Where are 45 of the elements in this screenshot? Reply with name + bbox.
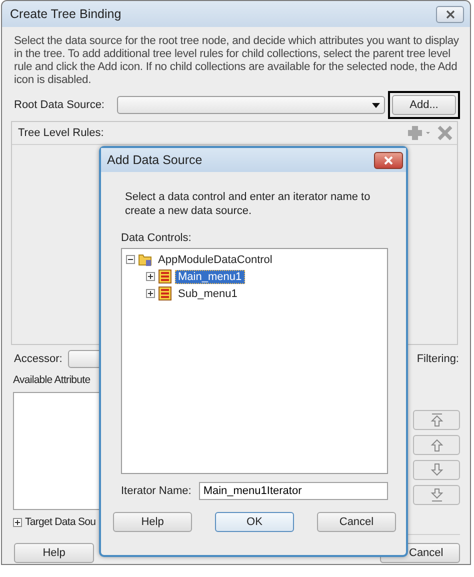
field-label: Accessor: bbox=[14, 353, 62, 365]
move-up-button[interactable] bbox=[413, 435, 460, 455]
expand-toggle-icon[interactable] bbox=[146, 272, 155, 281]
iterator-name-field[interactable]: Main_menu1Iterator bbox=[199, 482, 388, 500]
expand-toggle-icon[interactable] bbox=[146, 289, 155, 298]
close-button[interactable] bbox=[436, 6, 464, 22]
dialog-button[interactable]: Help bbox=[14, 543, 94, 563]
dialog-button[interactable]: Cancel bbox=[317, 512, 396, 532]
window-title: Create Tree Binding bbox=[10, 7, 122, 21]
expand-toggle-icon[interactable] bbox=[13, 518, 22, 526]
close-icon bbox=[446, 10, 454, 18]
collection-icon bbox=[158, 286, 172, 301]
panel-label: Tree Level Rules: bbox=[18, 127, 104, 139]
arrow-up-icon bbox=[430, 438, 444, 452]
folder-icon bbox=[138, 252, 152, 267]
data-controls-tree[interactable]: AppModuleDataControl Main_menu1 Sub_menu1 bbox=[121, 248, 388, 474]
tree-item[interactable]: Sub_menu1 bbox=[175, 286, 240, 300]
instruction-text: Select a data control and enter an iterator name to create a new data source. bbox=[125, 190, 372, 218]
field-label: Root Data Source: bbox=[14, 99, 104, 111]
close-icon bbox=[384, 156, 393, 164]
arrow-down-icon bbox=[430, 463, 444, 477]
section-label: Target Data Sou bbox=[25, 516, 96, 528]
collection-icon bbox=[158, 269, 172, 284]
dialog-button[interactable]: Help bbox=[113, 512, 192, 532]
close-button[interactable] bbox=[374, 152, 403, 168]
move-top-button[interactable] bbox=[413, 410, 460, 430]
add-icon[interactable] bbox=[407, 125, 431, 141]
expand-toggle-icon[interactable] bbox=[126, 255, 135, 264]
dialog-button[interactable]: OK bbox=[215, 512, 294, 532]
field-label: Data Controls: bbox=[121, 232, 192, 244]
field-label: Iterator Name: bbox=[121, 485, 192, 497]
field-label: Filtering: bbox=[416, 353, 459, 365]
root-data-source-dropdown[interactable] bbox=[116, 96, 384, 114]
arrow-up-icon bbox=[430, 413, 444, 427]
dropdown-arrow-icon bbox=[372, 102, 380, 108]
move-bottom-button[interactable] bbox=[413, 485, 460, 505]
tree-item[interactable]: Main_menu1 bbox=[175, 270, 245, 284]
add-button[interactable]: Add... bbox=[392, 95, 456, 115]
arrow-down-icon bbox=[430, 488, 444, 502]
delete-icon[interactable] bbox=[437, 125, 453, 141]
tree-item[interactable]: AppModuleDataControl bbox=[155, 252, 276, 266]
field-label: Available Attribute bbox=[13, 374, 92, 386]
move-down-button[interactable] bbox=[413, 460, 460, 480]
dialog-title: Add Data Source bbox=[107, 153, 202, 167]
description-text: Select the data source for the root tree node, and decide which attributes you want to display in the tree. To add additional tree level rules for child collections, select the parent tree level rule and click the Add icon. If no child collections are available for the selected node, the Add icon is disabled. bbox=[14, 35, 460, 87]
